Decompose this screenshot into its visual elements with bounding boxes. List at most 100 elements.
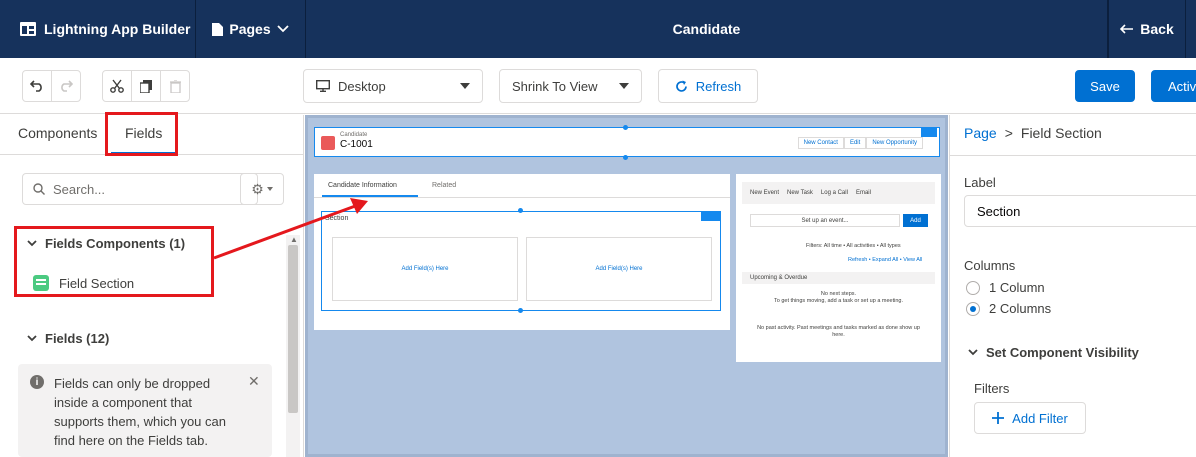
no-next-steps-hint: To get things moving, add a task or set … [773,298,904,304]
record-name: C-1001 [340,139,373,150]
no-past-activity: No past activity. Past meetings and task… [757,325,920,331]
undo-icon [30,80,42,92]
arrow-left-icon [1120,24,1134,34]
radio-1-column[interactable]: 1 Column [966,280,1045,295]
columns-heading: Columns [964,258,1016,273]
radio-2-columns[interactable]: 2 Columns [966,301,1051,316]
field-section-drop-zone[interactable]: Section Add Field(s) Here Add Field(s) H… [321,211,721,311]
tab-divider [314,197,730,198]
tab-candidate-information[interactable]: Candidate Information [328,182,397,189]
trash-icon [169,79,181,93]
undo-button[interactable] [22,70,52,102]
resize-handle[interactable] [623,125,628,130]
component-visibility-header[interactable]: Set Component Visibility [968,345,1139,360]
back-button[interactable]: Back [1108,0,1186,58]
drop-column-1[interactable]: Add Field(s) Here [332,237,518,301]
info-icon: i [30,375,44,389]
add-filter-button[interactable]: Add Filter [974,402,1086,434]
breadcrumb-separator: > [1004,125,1013,141]
activity-tabs: New Event New Task Log a Call Email [742,182,935,204]
info-line: Fields can only be dropped [54,376,211,391]
save-button[interactable]: Save [1075,70,1135,102]
refresh-icon [675,80,687,92]
no-past-activity-line-2: here. [832,332,845,338]
info-line: supports them, which you can [54,414,226,429]
search-input[interactable]: Search... [22,173,258,205]
tab-new-task[interactable]: New Task [787,190,813,196]
label-heading: Label [964,175,996,190]
search-icon [33,183,45,195]
section-label: Section [325,215,349,222]
back-label: Back [1140,21,1174,37]
tab-components[interactable]: Components [18,125,97,141]
info-line: find here on the Fields tab. [54,433,208,448]
event-input[interactable]: Set up an event... [750,214,900,227]
scroll-up-icon[interactable]: ▲ [290,235,298,244]
copy-icon [140,79,152,93]
activity-links[interactable]: Refresh • Expand All • View All [848,257,922,263]
page-canvas[interactable]: Candidate C-1001 New Contact Edit New Op… [305,115,948,457]
cut-button[interactable] [102,70,132,102]
resize-handle[interactable] [518,308,523,313]
pages-menu-button[interactable]: Pages [196,0,306,58]
tab-log-a-call[interactable]: Log a Call [821,190,848,196]
page-title: Candidate [306,0,1108,58]
tabs-component[interactable]: Candidate Information Related Section Ad… [314,174,730,330]
activate-button[interactable]: Activ [1151,70,1196,102]
header-actions: New Contact Edit New Opportunity [797,137,923,149]
new-contact-button[interactable]: New Contact [797,137,844,149]
activity-component[interactable]: New Event New Task Log a Call Email Set … [736,174,941,362]
view-select[interactable]: Shrink To View [499,69,642,103]
highlights-panel[interactable]: Candidate C-1001 New Contact Edit New Op… [314,127,940,157]
drop-column-2[interactable]: Add Field(s) Here [526,237,712,301]
close-icon[interactable]: ✕ [248,372,260,391]
caret-down-icon [619,83,629,89]
edit-button[interactable]: Edit [843,137,867,149]
gear-icon: ⚙ [251,180,264,197]
chevron-down-icon [276,25,289,33]
no-next-steps: No next steps. [820,291,857,297]
redo-button[interactable] [51,70,81,102]
tab-email[interactable]: Email [856,190,871,196]
info-line: inside a component that [54,395,193,410]
app-title: Lightning App Builder [0,0,196,58]
record-type-label: Candidate [340,132,368,138]
activity-filters: Filters: All time • All activities • All… [806,243,901,249]
resize-handle[interactable] [518,208,523,213]
builder-header: Lightning App Builder Pages Candidate Ba… [0,0,1196,58]
device-select[interactable]: Desktop [303,69,483,103]
component-toolbar-badge[interactable] [701,211,721,221]
settings-menu-button[interactable]: ⚙ [240,173,284,205]
visibility-heading: Set Component Visibility [986,345,1139,360]
tab-related[interactable]: Related [432,182,456,189]
new-opportunity-button[interactable]: New Opportunity [866,137,923,149]
desktop-icon [316,80,330,92]
radio-label: 1 Column [989,280,1045,295]
fields-heading: Fields (12) [45,331,110,346]
page-icon [212,22,224,36]
fields-section-header[interactable]: Fields (12) [27,331,109,346]
caret-down-icon [460,83,470,89]
view-select-value: Shrink To View [512,78,598,94]
label-input[interactable]: Section [964,195,1196,227]
scrollbar-thumb[interactable] [288,245,298,413]
add-event-button[interactable]: Add [903,214,928,227]
chevron-down-icon [968,349,978,356]
radio-label: 2 Columns [989,301,1052,316]
copy-button[interactable] [131,70,161,102]
breadcrumb-page-link[interactable]: Page [964,125,997,141]
refresh-button[interactable]: Refresh [658,69,758,103]
upcoming-overdue-header[interactable]: Upcoming & Overdue [742,272,935,284]
tab-new-event[interactable]: New Event [750,190,779,196]
properties-panel: Page > Field Section Label Section Colum… [949,115,1196,457]
delete-button[interactable] [160,70,190,102]
redo-icon [61,80,73,92]
info-message: i Fields can only be dropped inside a co… [18,364,272,457]
resize-handle[interactable] [623,155,628,160]
pages-label: Pages [229,21,271,37]
radio-button[interactable] [966,280,980,295]
scissors-icon [110,79,124,93]
radio-button-selected[interactable] [966,301,980,316]
device-select-value: Desktop [338,78,386,94]
component-toolbar-badge[interactable] [921,128,937,137]
